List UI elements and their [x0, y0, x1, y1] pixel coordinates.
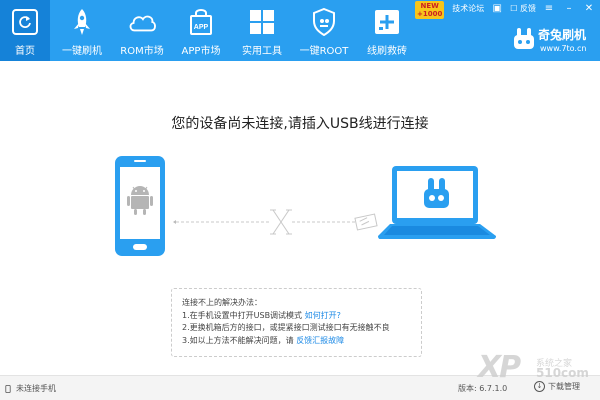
rabbit-logo-icon	[513, 28, 535, 54]
help-line-1: 1.在手机设置中打开USB调试模式 如何打开?	[182, 310, 341, 320]
svg-text:APP: APP	[194, 24, 209, 31]
connection-status: 未连接手机	[5, 383, 56, 394]
troubleshooting-box: 连接不上的解决办法： 1.在手机设置中打开USB调试模式 如何打开? 2.更换机…	[171, 288, 422, 357]
how-to-enable-link[interactable]: 如何打开?	[305, 311, 341, 320]
nav-label: 一键刷机	[62, 46, 102, 57]
nav-line-flash-rescue[interactable]: 线刷救砖	[356, 0, 418, 61]
nav-one-key-flash[interactable]: 一键刷机	[50, 0, 114, 61]
usb-cable-disconnected	[170, 205, 385, 239]
phone-illustration	[114, 155, 166, 261]
forum-link[interactable]: 技术论坛	[452, 3, 484, 14]
grid-icon	[247, 7, 277, 37]
disconnect-x-icon	[270, 209, 292, 235]
nav-label: 实用工具	[242, 46, 282, 57]
help-line-3: 3.如以上方法不能解决问题，请 反馈汇报故障	[182, 335, 345, 345]
nav-tools[interactable]: 实用工具	[232, 0, 292, 61]
repair-icon	[372, 7, 402, 37]
brand: 奇兔刷机 www.7to.cn	[510, 22, 600, 58]
nav-label: 首页	[15, 46, 35, 57]
nav-label: APP市场	[181, 46, 221, 57]
connection-status-text: 未连接手机	[16, 384, 56, 393]
watermark-logo: XP 系统之家 510com	[478, 350, 589, 385]
nav-label: 一键ROOT	[299, 46, 349, 57]
app-bag-icon: APP	[186, 7, 216, 37]
window-top-links: 技术论坛 ▣ ☐ 反馈 ≡ – ✕	[446, 0, 600, 16]
brand-name: 奇兔刷机	[538, 28, 587, 42]
feedback-link[interactable]: ☐ 反馈	[510, 3, 536, 14]
top-header: 首页 一键刷机 ROM市场 APP APP市场 实用工具 一键ROOT 线刷救砖…	[0, 0, 600, 61]
new-badge: NEW +1000	[415, 1, 445, 19]
close-button[interactable]: ✕	[582, 3, 596, 14]
nav-rom-market[interactable]: ROM市场	[114, 0, 170, 61]
help-line-2: 2.更换机箱后方的接口，或提紧接口测试接口有无接触不良	[182, 323, 390, 332]
shield-icon	[309, 7, 339, 37]
phone-status-icon	[5, 384, 11, 393]
report-fault-link[interactable]: 反馈汇报故障	[296, 336, 344, 345]
brand-url: www.7to.cn	[540, 44, 587, 53]
usb-plug-icon	[354, 213, 378, 231]
skin-icon[interactable]: ▣	[490, 3, 504, 14]
refresh-icon	[12, 9, 38, 35]
laptop-illustration	[378, 164, 498, 244]
minimize-button[interactable]: –	[562, 3, 576, 14]
cloud-icon	[127, 7, 157, 37]
connect-prompt-title: 您的设备尚未连接,请插入USB线进行连接	[171, 116, 429, 132]
nav-label: 线刷救砖	[367, 46, 407, 57]
rocket-icon	[67, 7, 97, 37]
menu-icon[interactable]: ≡	[542, 3, 556, 14]
main-nav: 首页 一键刷机 ROM市场 APP APP市场 实用工具 一键ROOT 线刷救砖	[0, 0, 418, 61]
help-heading: 连接不上的解决办法：	[182, 298, 262, 307]
feedback-icon: ☐	[510, 3, 518, 13]
nav-home[interactable]: 首页	[0, 0, 50, 61]
nav-label: ROM市场	[120, 46, 164, 57]
nav-app-market[interactable]: APP APP市场	[170, 0, 232, 61]
nav-one-key-root[interactable]: 一键ROOT	[292, 0, 356, 61]
